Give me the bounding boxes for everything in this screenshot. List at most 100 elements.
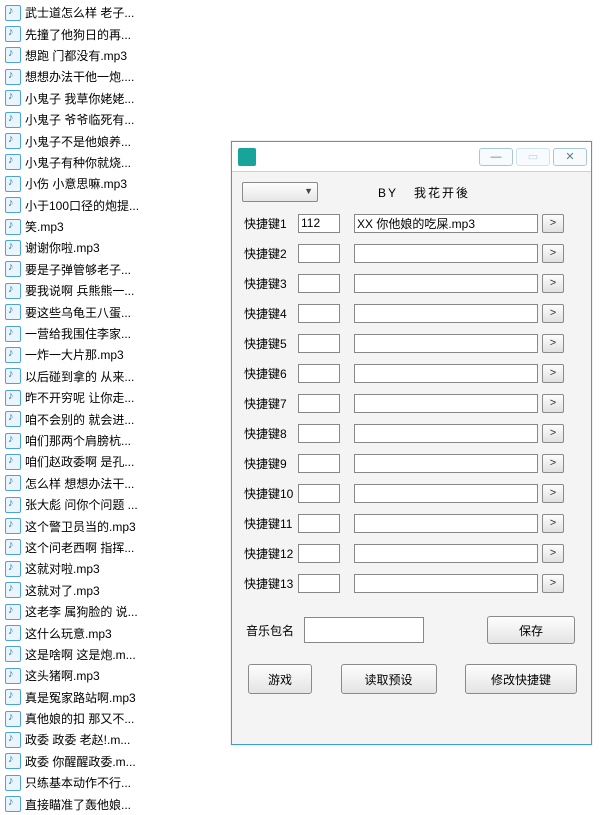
music-file-icon — [5, 283, 21, 299]
hotkey-path-input[interactable] — [354, 304, 538, 323]
hotkey-key-input[interactable] — [298, 484, 340, 503]
music-file-icon — [5, 240, 21, 256]
file-item[interactable]: 一营给我围住李家... — [3, 323, 203, 344]
hotkey-key-input[interactable] — [298, 394, 340, 413]
hotkey-key-input[interactable] — [298, 334, 340, 353]
file-item[interactable]: 想跑 门都没有.mp3 — [3, 45, 203, 66]
hotkey-path-input[interactable] — [354, 544, 538, 563]
hotkey-key-input[interactable] — [298, 214, 340, 233]
file-item[interactable]: 怎么样 想想办法干... — [3, 473, 203, 494]
file-label: 怎么样 想想办法干... — [25, 475, 134, 492]
by-label: BY 我花开後 — [378, 184, 470, 201]
file-item[interactable]: 一炸一大片那.mp3 — [3, 344, 203, 365]
music-file-icon — [5, 261, 21, 277]
file-item[interactable]: 这个问老西啊 指挥... — [3, 537, 203, 558]
file-item[interactable]: 以后碰到拿的 从来... — [3, 366, 203, 387]
hotkey-key-input[interactable] — [298, 424, 340, 443]
music-file-icon — [5, 433, 21, 449]
file-item[interactable]: 张大彪 问你个问题 ... — [3, 494, 203, 515]
file-item[interactable]: 先撞了他狗日的再... — [3, 23, 203, 44]
maximize-button[interactable]: ▭ — [516, 148, 550, 166]
hotkey-key-input[interactable] — [298, 244, 340, 263]
hotkey-key-input[interactable] — [298, 514, 340, 533]
hotkey-path-input[interactable] — [354, 484, 538, 503]
hotkey-key-input[interactable] — [298, 304, 340, 323]
hotkey-path-input[interactable] — [354, 364, 538, 383]
browse-button[interactable]: > — [542, 274, 564, 293]
file-item[interactable]: 小鬼子不是他娘养... — [3, 130, 203, 151]
browse-button[interactable]: > — [542, 574, 564, 593]
browse-button[interactable]: > — [542, 484, 564, 503]
file-item[interactable]: 咱们赵政委啊 是孔... — [3, 451, 203, 472]
hotkey-path-input[interactable] — [354, 514, 538, 533]
file-item[interactable]: 咱不会别的 就会进... — [3, 408, 203, 429]
browse-button[interactable]: > — [542, 334, 564, 353]
browse-button[interactable]: > — [542, 214, 564, 233]
file-item[interactable]: 咱们那两个肩膀杭... — [3, 430, 203, 451]
file-item[interactable]: 要这些乌龟王八蛋... — [3, 301, 203, 322]
hotkey-path-input[interactable] — [354, 214, 538, 233]
file-item[interactable]: 这什么玩意.mp3 — [3, 622, 203, 643]
hotkey-path-input[interactable] — [354, 454, 538, 473]
browse-button[interactable]: > — [542, 304, 564, 323]
file-item[interactable]: 只练基本动作不行... — [3, 772, 203, 793]
file-item[interactable]: 这老李 属狗脸的 说... — [3, 601, 203, 622]
file-item[interactable]: 小伤 小意思嘛.mp3 — [3, 173, 203, 194]
file-item[interactable]: 要我说啊 兵熊熊一... — [3, 280, 203, 301]
hotkey-path-input[interactable] — [354, 574, 538, 593]
save-button[interactable]: 保存 — [487, 616, 575, 644]
browse-button[interactable]: > — [542, 424, 564, 443]
file-item[interactable]: 这头猪啊.mp3 — [3, 665, 203, 686]
file-item[interactable]: 要是子弹管够老子... — [3, 259, 203, 280]
hotkey-key-input[interactable] — [298, 544, 340, 563]
file-item[interactable]: 这个警卫员当的.mp3 — [3, 515, 203, 536]
file-item[interactable]: 真他娘的扣 那又不... — [3, 708, 203, 729]
file-item[interactable]: 这就对啦.mp3 — [3, 558, 203, 579]
game-button[interactable]: 游戏 — [248, 664, 312, 694]
file-item[interactable]: 武士道怎么样 老子... — [3, 2, 203, 23]
file-item[interactable]: 小鬼子 爷爷临死有... — [3, 109, 203, 130]
file-label: 小鬼子有种你就烧... — [25, 154, 131, 171]
load-preset-button[interactable]: 读取预设 — [341, 664, 437, 694]
music-file-icon — [5, 176, 21, 192]
pack-name-input[interactable] — [304, 617, 424, 643]
music-file-icon — [5, 304, 21, 320]
file-item[interactable]: 政委 政委 老赵!.m... — [3, 729, 203, 750]
file-item[interactable]: 政委 你醒醒政委.m... — [3, 751, 203, 772]
modify-hotkey-button[interactable]: 修改快捷键 — [465, 664, 577, 694]
browse-button[interactable]: > — [542, 454, 564, 473]
preset-combo[interactable] — [242, 182, 318, 202]
file-item[interactable]: 想想办法干他一炮.... — [3, 66, 203, 87]
hotkey-path-input[interactable] — [354, 394, 538, 413]
file-item[interactable]: 谢谢你啦.mp3 — [3, 237, 203, 258]
file-item[interactable]: 小鬼子有种你就烧... — [3, 152, 203, 173]
browse-button[interactable]: > — [542, 394, 564, 413]
hotkey-row: 快捷键8> — [242, 422, 581, 444]
file-item[interactable]: 小鬼子 我草你姥姥... — [3, 88, 203, 109]
browse-button[interactable]: > — [542, 364, 564, 383]
hotkey-label: 快捷键10 — [242, 485, 298, 502]
hotkey-key-input[interactable] — [298, 454, 340, 473]
browse-button[interactable]: > — [542, 244, 564, 263]
hotkey-key-input[interactable] — [298, 574, 340, 593]
file-item[interactable]: 直接瞄准了轰他娘... — [3, 793, 203, 814]
file-item[interactable]: 这就对了.mp3 — [3, 580, 203, 601]
hotkey-path-input[interactable] — [354, 274, 538, 293]
browse-button[interactable]: > — [542, 544, 564, 563]
hotkey-key-input[interactable] — [298, 274, 340, 293]
file-item[interactable]: 笑.mp3 — [3, 216, 203, 237]
file-item[interactable]: 这是啥啊 这是炮.m... — [3, 644, 203, 665]
file-label: 小伤 小意思嘛.mp3 — [25, 175, 127, 192]
minimize-button[interactable]: — — [479, 148, 513, 166]
hotkey-path-input[interactable] — [354, 244, 538, 263]
file-item[interactable]: 小于100口径的炮提... — [3, 195, 203, 216]
file-item[interactable]: 真是冤家路站啊.mp3 — [3, 687, 203, 708]
hotkey-path-input[interactable] — [354, 424, 538, 443]
hotkey-key-input[interactable] — [298, 364, 340, 383]
music-file-icon — [5, 753, 21, 769]
music-file-icon — [5, 497, 21, 513]
close-button[interactable]: ✕ — [553, 148, 587, 166]
file-item[interactable]: 昨不开穷呢 让你走... — [3, 387, 203, 408]
browse-button[interactable]: > — [542, 514, 564, 533]
hotkey-path-input[interactable] — [354, 334, 538, 353]
